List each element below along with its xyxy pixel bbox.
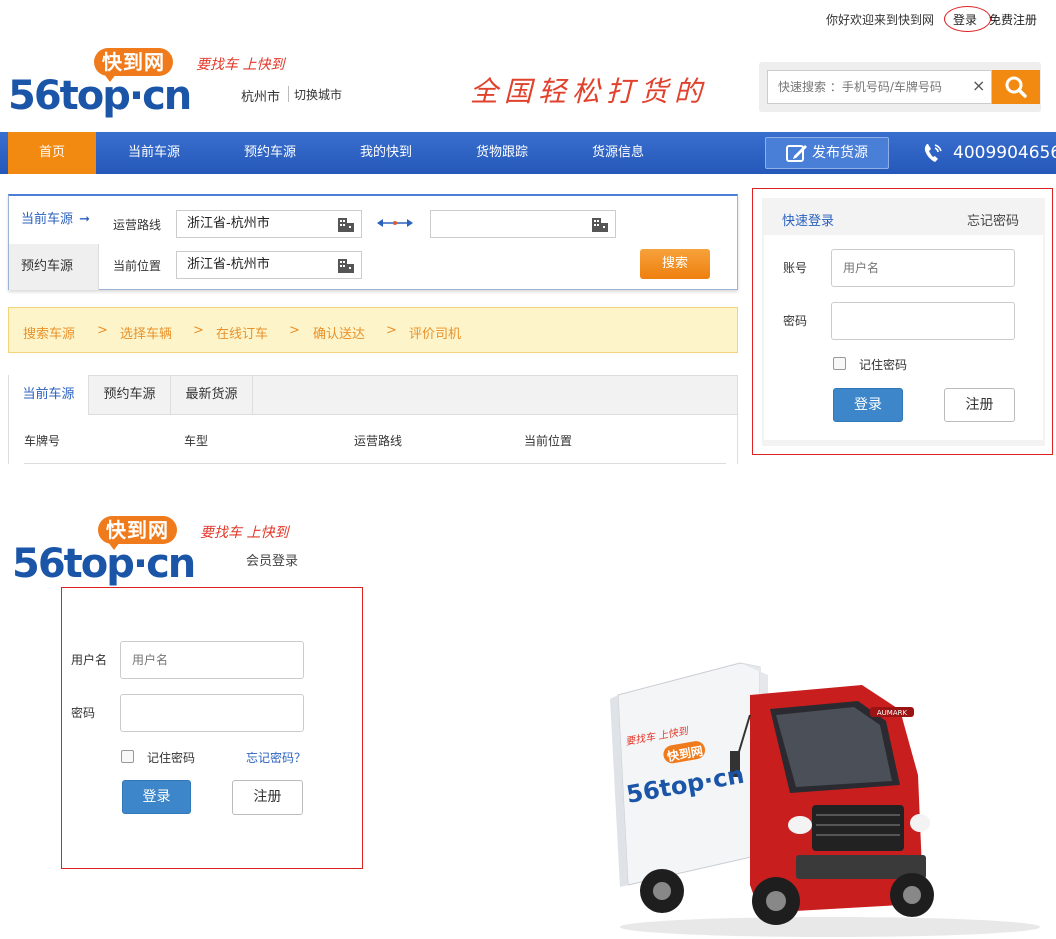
username-label: 用户名 xyxy=(71,653,108,667)
nav-cargo-tracking[interactable]: 货物跟踪 xyxy=(458,132,546,174)
logo-wordmark: 56top·cn xyxy=(12,541,196,587)
truck-image: AUMARK 要找车 上快到 快到网 56top·cn xyxy=(610,662,1040,937)
search-icon xyxy=(1005,76,1027,98)
table-header-divider xyxy=(24,463,726,464)
step-order: 在线订车 xyxy=(216,327,269,342)
nav-home[interactable]: 首页 xyxy=(8,132,96,174)
building-icon xyxy=(338,259,354,273)
tab-list-reserved[interactable]: 预约车源 xyxy=(89,375,171,415)
step-search: 搜索车源 xyxy=(23,327,76,342)
col-type: 车型 xyxy=(184,434,209,448)
vehicle-search-button[interactable]: 搜索 xyxy=(640,249,710,279)
member-password-label: 密码 xyxy=(71,706,96,720)
account-input[interactable] xyxy=(831,249,1015,287)
position-field[interactable]: 浙江省-杭州市 xyxy=(176,251,362,279)
top-bar: 你好欢迎来到快到网 登录 免费注册 xyxy=(0,0,1056,36)
route-from-field[interactable]: 浙江省-杭州市 xyxy=(176,210,362,238)
tab-current-vehicles[interactable]: 当前车源 ➞ xyxy=(9,196,99,244)
cab-brand: AUMARK xyxy=(877,709,908,717)
position-label: 当前位置 xyxy=(113,259,162,273)
quick-login-inner: 快速登录 忘记密码 账号 密码 记住密码 登录 注册 xyxy=(762,198,1045,446)
main-nav: 首页 当前车源 预约车源 我的快到 货物跟踪 货源信息 发布货源 4009904… xyxy=(0,132,1056,174)
route-to-field[interactable] xyxy=(430,210,616,238)
step-confirm: 确认送达 xyxy=(313,327,366,342)
nav-my-kuaidao[interactable]: 我的快到 xyxy=(342,132,430,174)
top-login-link[interactable]: 登录 xyxy=(953,11,977,28)
member-login-box: 用户名 密码 记住密码 忘记密码？ 登录 注册 xyxy=(61,587,363,869)
logo-badge: 快到网 xyxy=(98,516,177,550)
publish-cargo-label: 发布货源 xyxy=(812,145,868,161)
col-route: 运营路线 xyxy=(354,434,403,448)
arrow-right-icon: ➞ xyxy=(79,212,91,227)
member-login-title: 会员登录 xyxy=(246,554,299,569)
clear-icon[interactable]: × xyxy=(972,76,985,95)
quick-register-button[interactable]: 注册 xyxy=(944,388,1015,422)
quick-login-form: 账号 密码 记住密码 登录 注册 xyxy=(764,235,1043,440)
step-select: 选择车辆 xyxy=(120,327,173,342)
quick-search-box: × xyxy=(759,62,1041,112)
edit-icon xyxy=(786,145,807,162)
list-border-right xyxy=(737,414,738,464)
member-page-logo[interactable]: 快到网 要找车 上快到 56top·cn xyxy=(12,512,288,592)
logo-wordmark: 56top·cn xyxy=(8,73,192,119)
step-separator: > xyxy=(386,323,397,338)
logo-badge: 快到网 xyxy=(94,48,173,82)
remember-label: 记住密码 xyxy=(859,358,908,372)
tab-reserved-vehicles[interactable]: 预约车源 xyxy=(9,244,99,290)
building-icon xyxy=(338,218,354,232)
quick-search-button[interactable] xyxy=(992,70,1040,104)
member-remember-label: 记住密码 xyxy=(147,751,196,765)
welcome-text: 你好欢迎来到快到网 xyxy=(826,13,935,27)
phone-icon xyxy=(924,144,942,162)
nav-cargo-info[interactable]: 货源信息 xyxy=(574,132,662,174)
hotline-number: 4009904656 xyxy=(953,143,1056,163)
list-border-left xyxy=(8,414,9,464)
quick-search-input[interactable] xyxy=(767,70,992,104)
forgot-password-link[interactable]: 忘记密码 xyxy=(967,210,1019,229)
vehicle-search-panel: 当前车源 ➞ 预约车源 运营路线 浙江省-杭州市 当前位置 浙江省-杭州市 搜索 xyxy=(8,194,738,290)
tab-list-latest-cargo[interactable]: 最新货源 xyxy=(171,375,253,415)
list-tabs: 当前车源 预约车源 最新货源 xyxy=(8,375,738,415)
nav-current-vehicles[interactable]: 当前车源 xyxy=(110,132,198,174)
banner-slogan: 全国轻松打货的 xyxy=(470,75,709,108)
switch-city-link[interactable]: 切换城市 xyxy=(294,86,342,103)
tab-current-vehicles-label: 当前车源 xyxy=(21,212,74,227)
step-separator: > xyxy=(97,323,108,338)
top-register-link[interactable]: 免费注册 xyxy=(989,11,1037,28)
quick-login-box: 快速登录 忘记密码 账号 密码 记住密码 登录 注册 xyxy=(752,188,1053,455)
remember-checkbox[interactable] xyxy=(833,357,846,370)
current-city: 杭州市 xyxy=(241,90,281,105)
site-logo[interactable]: 快到网 要找车 上快到 56top·cn xyxy=(8,44,284,124)
tab-list-current[interactable]: 当前车源 xyxy=(8,375,89,415)
route-label: 运营路线 xyxy=(113,218,162,232)
member-remember-checkbox[interactable] xyxy=(121,750,134,763)
member-register-button[interactable]: 注册 xyxy=(232,780,303,815)
member-password-input[interactable] xyxy=(120,694,304,732)
password-input[interactable] xyxy=(831,302,1015,340)
account-label: 账号 xyxy=(783,261,808,275)
username-input[interactable] xyxy=(120,641,304,679)
position-value: 浙江省-杭州市 xyxy=(187,257,270,272)
step-review: 评价司机 xyxy=(409,327,462,342)
col-position: 当前位置 xyxy=(524,434,573,448)
quick-login-title: 快速登录 xyxy=(782,214,835,229)
process-steps: 搜索车源 > 选择车辆 > 在线订车 > 确认送达 > 评价司机 xyxy=(8,307,738,353)
route-from-value: 浙江省-杭州市 xyxy=(187,216,270,231)
logo-slogan: 要找车 上快到 xyxy=(196,57,285,73)
member-login-button[interactable]: 登录 xyxy=(122,780,191,814)
quick-login-button[interactable]: 登录 xyxy=(833,388,903,422)
step-separator: > xyxy=(193,323,204,338)
logo-slogan: 要找车 上快到 xyxy=(200,525,289,541)
city-divider xyxy=(288,86,289,102)
step-separator: > xyxy=(289,323,300,338)
password-label: 密码 xyxy=(783,314,808,328)
col-plate: 车牌号 xyxy=(24,434,61,448)
nav-reserved-vehicles[interactable]: 预约车源 xyxy=(226,132,314,174)
member-forgot-link[interactable]: 忘记密码？ xyxy=(246,749,306,766)
building-icon xyxy=(592,218,608,232)
route-arrow-icon xyxy=(377,219,413,227)
publish-cargo-button[interactable]: 发布货源 xyxy=(765,137,889,169)
